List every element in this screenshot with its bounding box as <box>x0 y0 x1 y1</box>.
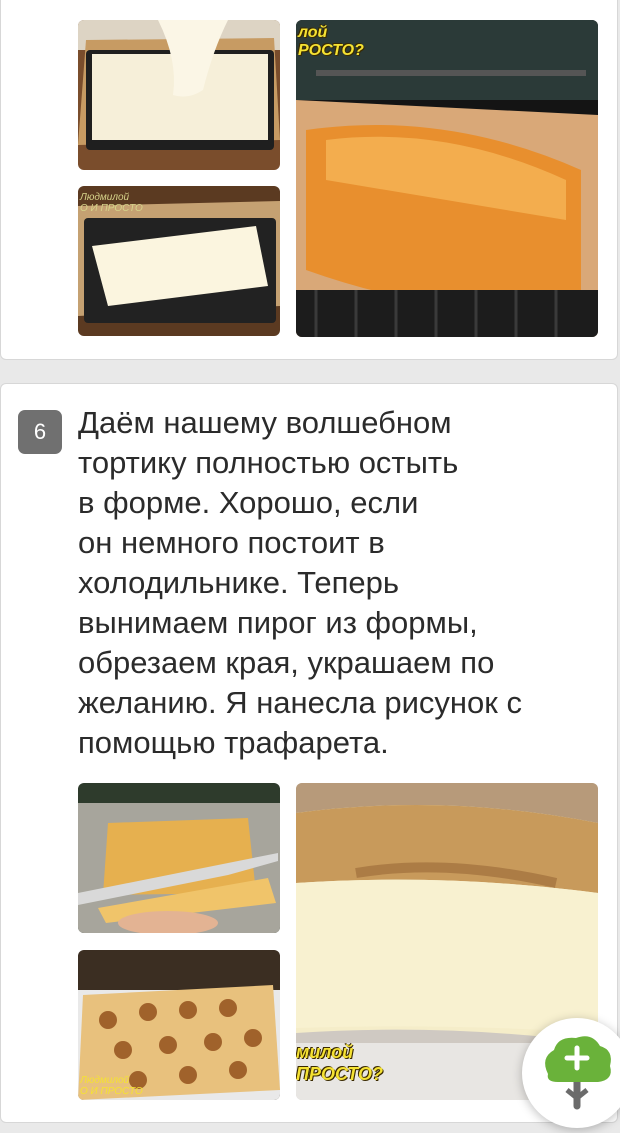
photo-batter-in-pan[interactable]: Людмилой О И ПРОСТО <box>78 186 280 336</box>
step-description: Даём нашему волшебном тортику полностью … <box>78 405 522 760</box>
add-floating-button[interactable] <box>522 1018 620 1128</box>
photo-pouring-batter[interactable] <box>78 20 280 170</box>
step-number-badge: 6 <box>18 410 62 454</box>
add-tree-icon <box>545 1036 611 1110</box>
watermark-oven: лой РОСТО? <box>298 24 364 59</box>
watermark-small: Людмилой О И ПРОСТО <box>80 192 143 214</box>
photo-baked-in-oven[interactable]: лой РОСТО? <box>296 20 598 337</box>
watermark-big: милой ПРОСТО? <box>296 1042 384 1084</box>
watermark-small-bottom: Людмилой О И ПРОСТО <box>80 1075 143 1097</box>
photo-stencil-decoration[interactable]: Людмилой О И ПРОСТО <box>78 950 280 1100</box>
photo-cutting-edges[interactable] <box>78 783 280 933</box>
